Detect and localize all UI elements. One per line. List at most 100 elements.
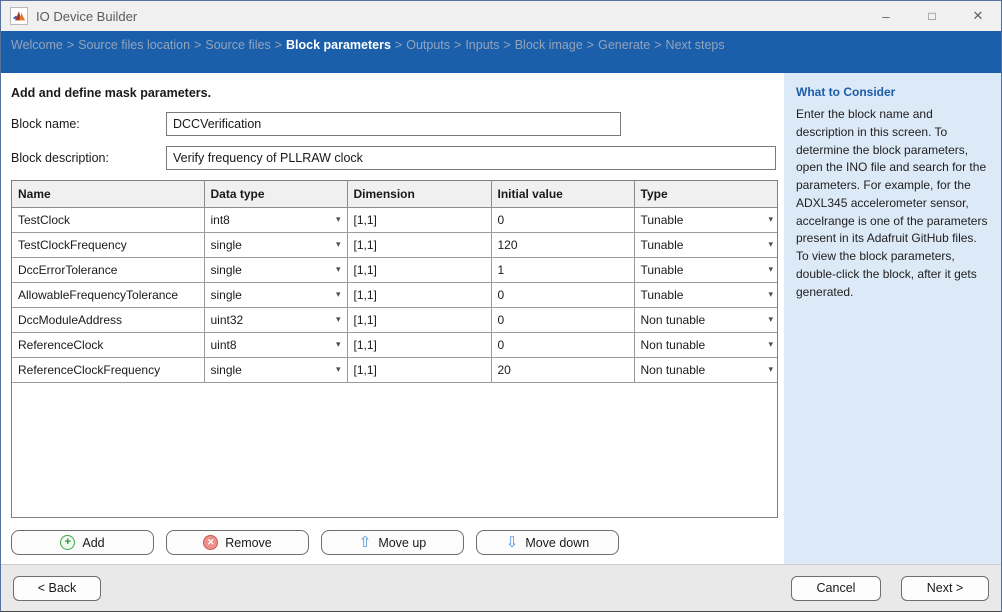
cell-data-type-dropdown[interactable]: int8 ▾ (204, 207, 347, 232)
cancel-button[interactable]: Cancel (791, 576, 881, 601)
cell-initial-value[interactable]: 0 (491, 207, 634, 232)
cell-initial-value[interactable]: 1 (491, 257, 634, 282)
cell-dimension[interactable]: [1,1] (347, 357, 491, 382)
data-type-value: single (211, 238, 242, 252)
type-value: Tunable (641, 238, 684, 252)
breadcrumb-item-block-parameters: Block parameters (286, 38, 391, 52)
breadcrumb-item-block-image: Block image (515, 38, 583, 52)
cell-type-dropdown[interactable]: Non tunable▾ (634, 357, 778, 382)
block-description-row: Block description: (11, 146, 784, 170)
cell-data-type-dropdown[interactable]: single▾ (204, 357, 347, 382)
type-value: Tunable (641, 263, 684, 277)
window-title: IO Device Builder (36, 9, 137, 24)
chevron-down-icon: ▾ (336, 363, 341, 374)
cell-name[interactable]: AllowableFrequencyTolerance (12, 282, 204, 307)
chevron-down-icon: ▾ (336, 288, 341, 299)
cell-initial-value[interactable]: 0 (491, 332, 634, 357)
data-type-value: int8 (211, 213, 230, 227)
column-header-data-type: Data type (204, 181, 347, 207)
cell-type-dropdown[interactable]: Tunable▾ (634, 282, 778, 307)
cell-name[interactable]: ReferenceClock (12, 332, 204, 357)
table-row: ReferenceClock uint8▾ [1,1] 0 Non tunabl… (12, 332, 778, 357)
arrow-up-icon: ⇧ (359, 535, 372, 550)
table-actions: + Add ✕ Remove ⇧ Move up ⇩ Move down (11, 530, 784, 555)
chevron-down-icon: ▾ (336, 213, 341, 224)
cell-initial-value[interactable]: 0 (491, 307, 634, 332)
close-button[interactable]: ✕ (955, 1, 1001, 31)
block-name-row: Block name: (11, 112, 784, 136)
breadcrumb-separator: > (450, 38, 465, 52)
block-name-label: Block name: (11, 117, 166, 131)
move-down-button-label: Move down (525, 536, 589, 550)
cell-dimension[interactable]: [1,1] (347, 332, 491, 357)
type-value: Tunable (641, 288, 684, 302)
cell-name[interactable]: DccModuleAddress (12, 307, 204, 332)
cell-data-type-dropdown[interactable]: uint32 ▾ (204, 307, 347, 332)
chevron-down-icon: ▾ (768, 363, 773, 374)
table-row: DccModuleAddress uint32 ▾ [1,1] 0 Non tun… (12, 307, 778, 332)
cell-name[interactable]: DccErrorTolerance (12, 257, 204, 282)
cell-dimension[interactable]: [1,1] (347, 232, 491, 257)
add-circle-icon: + (60, 535, 75, 550)
cell-type-dropdown[interactable]: Non tunable ▾ (634, 307, 778, 332)
add-button[interactable]: + Add (11, 530, 154, 555)
breadcrumb-separator: > (650, 38, 665, 52)
cell-name[interactable]: ReferenceClockFrequency (12, 357, 204, 382)
block-description-input[interactable] (166, 146, 776, 170)
table-row: DccErrorTolerance single▾ [1,1] 1 Tunabl… (12, 257, 778, 282)
cell-type-dropdown[interactable]: Non tunable▾ (634, 332, 778, 357)
main-panel: Add and define mask parameters. Block na… (1, 73, 784, 564)
cell-data-type-dropdown[interactable]: single▾ (204, 257, 347, 282)
breadcrumb-item-outputs: Outputs (406, 38, 450, 52)
move-down-button[interactable]: ⇩ Move down (476, 530, 619, 555)
cell-data-type-dropdown[interactable]: uint8▾ (204, 332, 347, 357)
move-up-button[interactable]: ⇧ Move up (321, 530, 464, 555)
cell-type-dropdown[interactable]: Tunable▾ (634, 257, 778, 282)
cell-dimension[interactable]: [1,1] (347, 207, 491, 232)
help-sidebar: What to Consider Enter the block name an… (784, 73, 1001, 564)
chevron-down-icon: ▾ (768, 313, 773, 324)
breadcrumb-item-source-files-location: Source files location (78, 38, 190, 52)
data-type-value: uint32 (211, 313, 244, 327)
column-header-initial-value: Initial value (491, 181, 634, 207)
next-button[interactable]: Next > (901, 576, 989, 601)
breadcrumb-separator: > (583, 38, 598, 52)
cell-dimension[interactable]: [1,1] (347, 307, 491, 332)
maximize-button[interactable]: □ (909, 1, 955, 31)
cell-type-dropdown[interactable]: Tunable▾ (634, 207, 778, 232)
cell-name[interactable]: TestClockFrequency (12, 232, 204, 257)
breadcrumb: Welcome>Source files location>Source fil… (1, 31, 1001, 73)
cell-name[interactable]: TestClock (12, 207, 204, 232)
chevron-down-icon: ▾ (336, 313, 341, 324)
block-description-label: Block description: (11, 151, 166, 165)
cell-type-dropdown[interactable]: Tunable ▾ (634, 232, 778, 257)
chevron-down-icon: ▾ (336, 238, 341, 249)
column-header-dimension: Dimension (347, 181, 491, 207)
matlab-logo-icon (10, 7, 28, 25)
cell-dimension[interactable]: [1,1] (347, 282, 491, 307)
table-row: AllowableFrequencyTolerance single▾ [1,1… (12, 282, 778, 307)
arrow-down-icon: ⇩ (506, 535, 519, 550)
cell-initial-value[interactable]: 0 (491, 282, 634, 307)
table-row: TestClock int8 ▾ [1,1] 0 Tunable▾ (12, 207, 778, 232)
cell-data-type-dropdown[interactable]: single ▾ (204, 232, 347, 257)
minimize-button[interactable]: – (863, 1, 909, 31)
cell-initial-value[interactable]: 20 (491, 357, 634, 382)
breadcrumb-separator: > (271, 38, 286, 52)
block-name-input[interactable] (166, 112, 621, 136)
parameters-table: Name Data type Dimension Initial value T… (11, 180, 778, 518)
type-value: Non tunable (641, 338, 706, 352)
table-header-row: Name Data type Dimension Initial value T… (12, 181, 778, 207)
chevron-down-icon: ▾ (768, 238, 773, 249)
back-button[interactable]: < Back (13, 576, 101, 601)
breadcrumb-item-source-files: Source files (205, 38, 270, 52)
cell-dimension[interactable]: [1,1] (347, 257, 491, 282)
cell-data-type-dropdown[interactable]: single▾ (204, 282, 347, 307)
cell-initial-value[interactable]: 120 (491, 232, 634, 257)
breadcrumb-separator: > (190, 38, 205, 52)
remove-button[interactable]: ✕ Remove (166, 530, 309, 555)
chevron-down-icon: ▾ (768, 213, 773, 224)
type-value: Non tunable (641, 313, 706, 327)
window-controls: – □ ✕ (863, 1, 1001, 31)
content-area: Add and define mask parameters. Block na… (1, 73, 1001, 564)
